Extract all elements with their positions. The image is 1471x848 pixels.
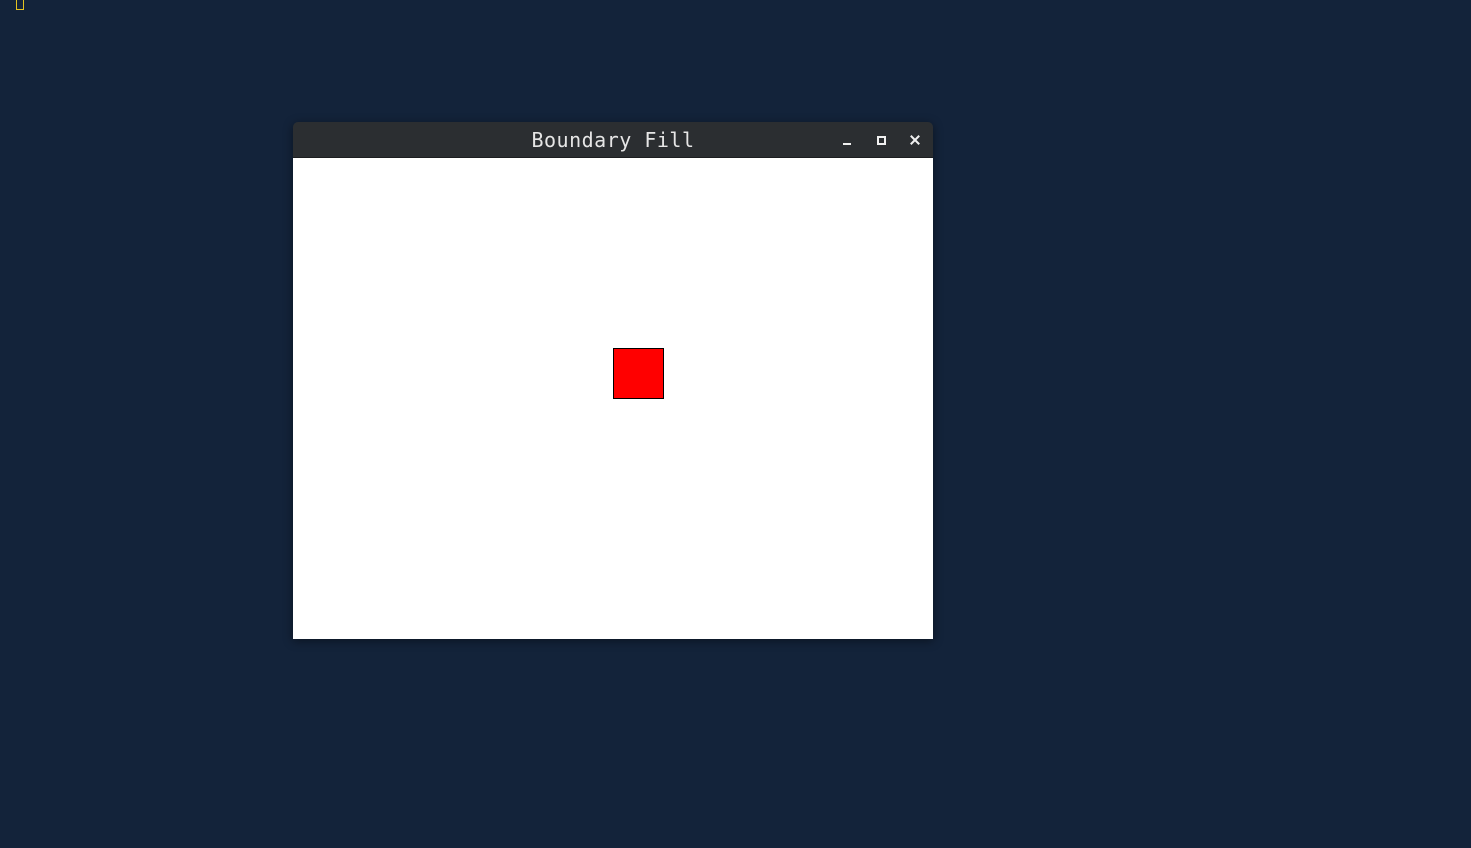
tray-indicator-icon [16, 0, 24, 10]
minimize-icon [843, 142, 851, 145]
close-icon [910, 135, 920, 145]
maximize-button[interactable] [872, 131, 890, 149]
filled-square [613, 348, 664, 399]
drawing-canvas[interactable] [293, 158, 933, 639]
maximize-icon [876, 135, 886, 145]
minimize-button[interactable] [838, 131, 856, 149]
app-window: Boundary Fill [293, 122, 933, 639]
window-titlebar[interactable]: Boundary Fill [293, 122, 933, 158]
close-button[interactable] [906, 131, 924, 149]
window-title: Boundary Fill [531, 128, 695, 152]
